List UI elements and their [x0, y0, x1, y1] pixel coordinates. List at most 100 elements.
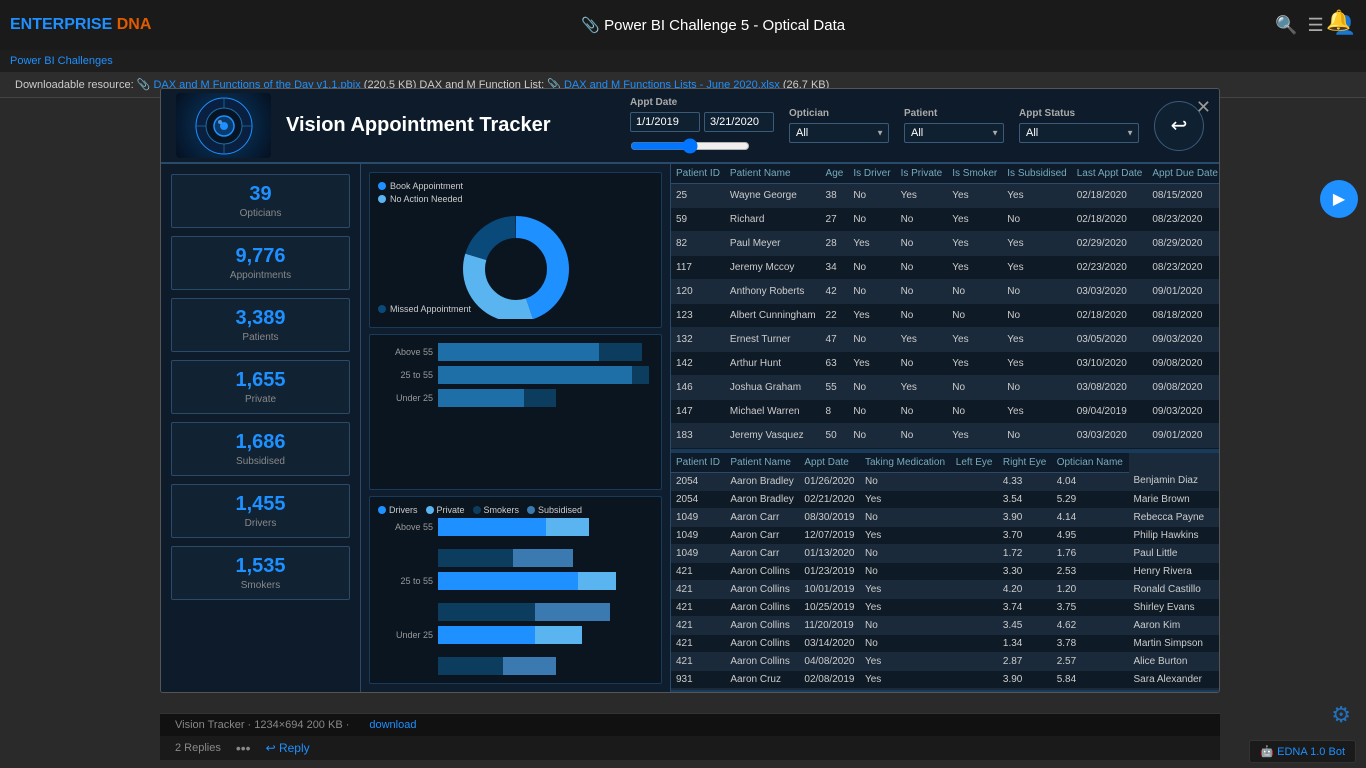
bar-under25-smokers: [438, 657, 503, 675]
table-cell: Jeremy Mccoy: [725, 256, 821, 280]
table-cell: Jeremy Vasquez: [725, 424, 821, 448]
table-cell: Aaron Carr: [725, 544, 799, 562]
table-cell: 02/29/2020: [1072, 232, 1148, 256]
table-cell: Martin Simpson: [1129, 634, 1219, 652]
col-patient-id[interactable]: Patient ID: [671, 164, 725, 184]
col-age[interactable]: Age: [821, 164, 849, 184]
dots-menu[interactable]: •••: [236, 740, 251, 756]
table-cell: 117: [671, 256, 725, 280]
dcol-taking-med[interactable]: Taking Medication: [860, 453, 951, 473]
robot-icon: ⚙: [1331, 702, 1351, 728]
table-cell: 09/01/2020: [1147, 424, 1219, 448]
optician-select[interactable]: All: [789, 123, 889, 143]
dcol-right-eye[interactable]: Right Eye: [998, 453, 1052, 473]
footer-download-link[interactable]: download: [369, 719, 416, 731]
stat-appointments: 9,776 Appointments: [171, 236, 350, 290]
bar-row-above55-2: Above 55: [378, 518, 653, 536]
col-is-subsidised[interactable]: Is Subsidised: [1002, 164, 1071, 184]
appointments-label: Appointments: [180, 270, 341, 281]
legend-smokers: Smokers: [473, 505, 520, 515]
donut-svg: [446, 209, 586, 319]
bar-row-under25-2b: [378, 657, 653, 675]
table-cell: Ronald Castillo: [1129, 580, 1219, 598]
dcol-optician-name[interactable]: Optician Name: [1052, 453, 1129, 473]
col-is-private[interactable]: Is Private: [896, 164, 948, 184]
blue-circle-button[interactable]: ▶: [1320, 180, 1358, 218]
main-table-header: Patient ID Patient Name Age Is Driver Is…: [671, 164, 1219, 184]
bar-track-above55-2b: [438, 549, 653, 567]
table-cell: 59: [671, 208, 725, 232]
table-cell: Yes: [860, 598, 951, 616]
table-row: 142Arthur Hunt63YesNoYesYes03/10/202009/…: [671, 352, 1219, 376]
bar-label-above55-1: Above 55: [378, 347, 433, 357]
col-appt-due[interactable]: Appt Due Date: [1147, 164, 1219, 184]
col-is-driver[interactable]: Is Driver: [848, 164, 895, 184]
optician-select-wrapper: All: [789, 123, 889, 143]
date-start-input[interactable]: [630, 112, 700, 132]
dcol-left-eye[interactable]: Left Eye: [951, 453, 998, 473]
table-cell: No: [860, 508, 951, 526]
table-cell: 4.14: [1052, 508, 1129, 526]
reply-button[interactable]: ↩ Reply: [266, 741, 310, 755]
app-title: Vision Appointment Tracker: [286, 114, 615, 137]
main-table-container[interactable]: Patient ID Patient Name Age Is Driver Is…: [671, 164, 1219, 451]
patients-count: 3,389: [180, 307, 341, 330]
table-cell: 1.20: [1052, 580, 1129, 598]
table-cell: 03/03/2020: [1072, 280, 1148, 304]
date-range-slider[interactable]: [630, 138, 750, 154]
table-cell: Yes: [1002, 184, 1071, 208]
table-cell: 01/23/2019: [799, 562, 860, 580]
table-cell: No: [1002, 376, 1071, 400]
chart-legend: Drivers Private Smokers Subsidised: [378, 505, 653, 515]
detail-table-container[interactable]: Patient ID Patient Name Appt Date Taking…: [671, 451, 1219, 692]
table-cell: 2.57: [1052, 652, 1129, 670]
table-cell: Yes: [947, 184, 1002, 208]
table-cell: Aaron Carr: [725, 526, 799, 544]
table-cell: Yes: [1002, 256, 1071, 280]
patient-select[interactable]: All: [904, 123, 1004, 143]
dcol-appt-date[interactable]: Appt Date: [799, 453, 860, 473]
bar-under25-subsidised: [503, 657, 557, 675]
col-patient-name[interactable]: Patient Name: [725, 164, 821, 184]
table-row: 931Aaron Cruz06/15/2019No2.594.04Timothy…: [671, 688, 1219, 692]
dcol-patient-name[interactable]: Patient Name: [725, 453, 799, 473]
table-cell: No: [1002, 280, 1071, 304]
table-cell: 123: [671, 304, 725, 328]
appt-status-select[interactable]: All: [1019, 123, 1139, 143]
table-row: 421Aaron Collins01/23/2019No3.302.53Henr…: [671, 562, 1219, 580]
table-cell: 2054: [671, 472, 725, 490]
drivers-label: Drivers: [180, 518, 341, 529]
table-cell: 34: [821, 256, 849, 280]
table-cell: 8: [821, 400, 849, 424]
search-icon[interactable]: 🔍: [1275, 15, 1297, 36]
table-cell: No: [860, 544, 951, 562]
top-bar: ENTERPRISE DNA 📎 Power BI Challenge 5 - …: [0, 0, 1366, 50]
table-cell: Yes: [947, 208, 1002, 232]
table-cell: Yes: [1002, 352, 1071, 376]
table-cell: Aaron Kim: [1129, 616, 1219, 634]
notification-bell[interactable]: 🔔: [1326, 8, 1351, 33]
table-cell: No: [860, 616, 951, 634]
table-cell: 01/13/2020: [799, 544, 860, 562]
table-cell: 146: [671, 376, 725, 400]
col-is-smoker[interactable]: Is Smoker: [947, 164, 1002, 184]
table-cell: 421: [671, 580, 725, 598]
table-cell: No: [947, 376, 1002, 400]
col-last-appt[interactable]: Last Appt Date: [1072, 164, 1148, 184]
bar-row-under25-2: Under 25: [378, 626, 653, 644]
subsidised-label: Subsidised: [180, 456, 341, 467]
date-end-input[interactable]: [704, 112, 774, 132]
table-cell: No: [860, 634, 951, 652]
menu-icon[interactable]: ☰: [1307, 15, 1323, 36]
close-button[interactable]: ✕: [1196, 97, 1211, 118]
table-row: 147Michael Warren8NoNoNoYes09/04/201909/…: [671, 400, 1219, 424]
table-cell: 08/29/2020: [1147, 232, 1219, 256]
dcol-patient-id[interactable]: Patient ID: [671, 453, 725, 473]
table-cell: Joshua Graham: [725, 376, 821, 400]
table-cell: 01/26/2020: [799, 472, 860, 490]
table-cell: No: [1002, 304, 1071, 328]
table-row: 421Aaron Collins10/25/2019Yes3.743.75Shi…: [671, 598, 1219, 616]
appt-date-label: Appt Date: [630, 97, 774, 108]
table-cell: 02/21/2020: [799, 490, 860, 508]
subtitle-link[interactable]: Power BI Challenges: [10, 55, 113, 67]
